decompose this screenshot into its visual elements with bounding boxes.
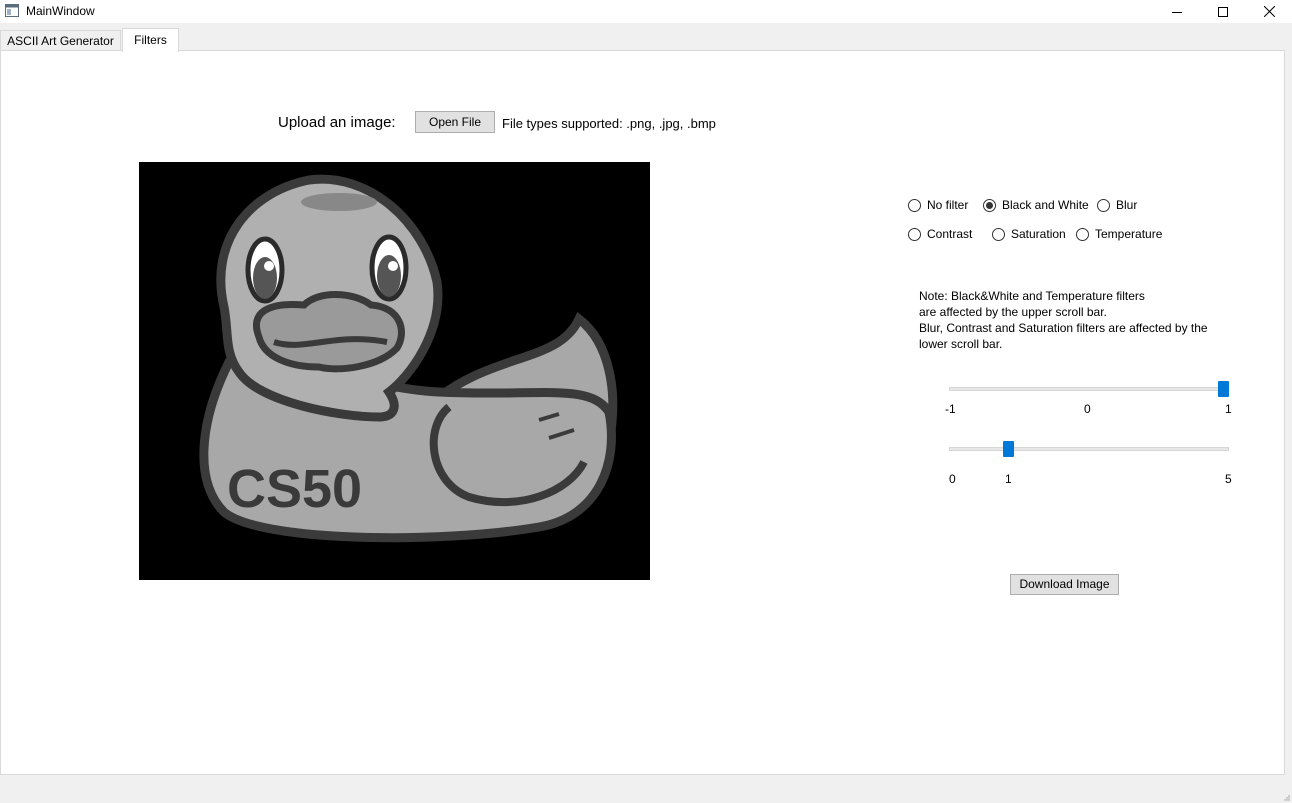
resize-grip-icon[interactable] xyxy=(1284,795,1290,801)
filter-note: Note: Black&White and Temperature filter… xyxy=(919,288,1219,352)
lower-slider-value-label: 1 xyxy=(1005,472,1012,486)
radio-blur[interactable]: Blur xyxy=(1097,197,1137,213)
radio-circle-checked xyxy=(983,198,996,212)
note-line: Note: Black&White and Temperature filter… xyxy=(919,289,1145,303)
upload-label: Upload an image: xyxy=(278,114,396,131)
duck-logo-text: CS50 xyxy=(227,459,362,519)
maximize-icon xyxy=(1218,6,1228,17)
radio-label: Black and White xyxy=(1002,198,1089,212)
radio-circle xyxy=(908,198,921,212)
note-line: Blur, Contrast and Saturation filters ar… xyxy=(919,321,1208,335)
window-title: MainWindow xyxy=(26,4,95,18)
radio-circle xyxy=(1097,198,1110,212)
tab-filters[interactable]: Filters xyxy=(122,28,179,52)
radio-contrast[interactable]: Contrast xyxy=(908,226,972,242)
lower-slider-handle[interactable] xyxy=(1002,441,1014,457)
close-button[interactable] xyxy=(1246,0,1292,23)
app-icon xyxy=(5,4,19,17)
upper-slider-handle[interactable] xyxy=(1218,381,1229,397)
lower-slider-track[interactable] xyxy=(949,447,1229,451)
tab-bar: ASCII Art Generator Filters xyxy=(0,28,1292,52)
radio-black-and-white[interactable]: Black and White xyxy=(983,197,1089,213)
upper-slider-max-label: 1 xyxy=(1225,402,1232,416)
duck-image: CS50 xyxy=(139,162,650,580)
minimize-icon xyxy=(1172,11,1182,13)
maximize-button[interactable] xyxy=(1200,0,1246,23)
tab-ascii-art-generator[interactable]: ASCII Art Generator xyxy=(0,30,121,51)
image-preview: CS50 xyxy=(139,162,650,580)
radio-no-filter[interactable]: No filter xyxy=(908,197,968,213)
upper-slider-min-label: -1 xyxy=(945,402,956,416)
radio-label: No filter xyxy=(927,198,969,212)
close-icon xyxy=(1263,6,1275,17)
open-file-button[interactable]: Open File xyxy=(415,111,495,133)
note-line: are affected by the upper scroll bar. xyxy=(919,305,1107,319)
lower-slider-max-label: 5 xyxy=(1225,472,1232,486)
note-line: lower scroll bar. xyxy=(919,337,1003,351)
radio-label: Saturation xyxy=(1011,227,1066,241)
title-bar: MainWindow xyxy=(0,0,1292,23)
radio-label: Temperature xyxy=(1095,227,1163,241)
upper-slider-mid-label: 0 xyxy=(1084,402,1091,416)
radio-saturation[interactable]: Saturation xyxy=(992,226,1066,242)
radio-label: Blur xyxy=(1116,198,1138,212)
radio-circle xyxy=(992,227,1005,241)
radio-circle xyxy=(1076,227,1089,241)
file-types-label: File types supported: .png, .jpg, .bmp xyxy=(502,116,716,131)
radio-temperature[interactable]: Temperature xyxy=(1076,226,1162,242)
minimize-button[interactable] xyxy=(1154,0,1200,23)
upper-slider-track[interactable] xyxy=(949,387,1229,391)
download-image-button[interactable]: Download Image xyxy=(1010,574,1119,595)
radio-circle xyxy=(908,227,921,241)
lower-slider-min-label: 0 xyxy=(949,472,956,486)
radio-label: Contrast xyxy=(927,227,973,241)
